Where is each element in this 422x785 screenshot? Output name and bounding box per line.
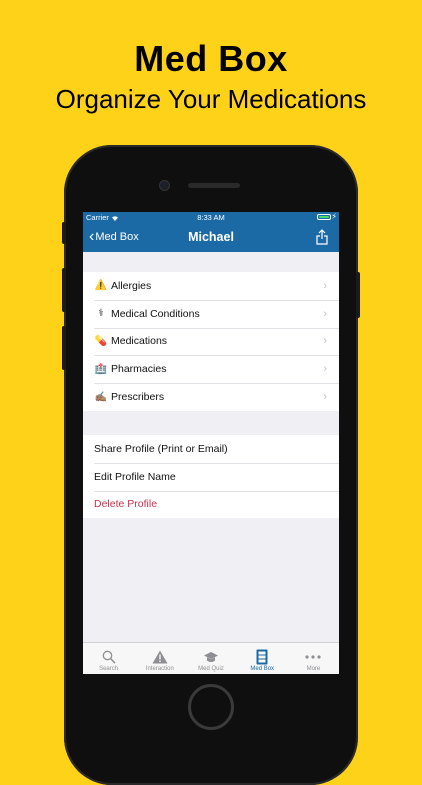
row-label: Prescribers [111, 391, 165, 404]
warning-icon: ⚠️ [94, 280, 108, 292]
nav-title: Michael [188, 230, 234, 244]
row-medications[interactable]: 💊 Medications › [83, 327, 339, 356]
promo-subtitle: Organize Your Medications [55, 84, 367, 114]
delete-profile-button[interactable]: Delete Profile [83, 490, 339, 519]
tab-med-box[interactable]: Med Box [237, 643, 288, 674]
tab-bar: Search Interaction Med Quiz Med Box More [83, 642, 339, 674]
tab-label: More [306, 666, 321, 672]
chevron-right-icon: › [323, 391, 327, 404]
chevron-right-icon: › [323, 363, 327, 376]
writing-hand-icon: ✍🏽 [94, 391, 108, 403]
mute-switch [62, 222, 66, 244]
chevron-right-icon: › [323, 279, 327, 292]
profile-actions-list: Share Profile (Print or Email) Edit Prof… [83, 435, 339, 519]
battery-icon [317, 214, 331, 220]
row-label: Medical Conditions [111, 307, 200, 320]
medical-icon: ⚕ [98, 308, 104, 320]
row-label: Medications [111, 335, 168, 348]
cabinet-icon [256, 649, 268, 665]
row-medical-conditions[interactable]: ⚕ Medical Conditions › [83, 299, 339, 328]
hospital-icon: 🏥 [94, 363, 108, 375]
promo-title: Med Box [134, 38, 288, 79]
tab-med-quiz[interactable]: Med Quiz [185, 643, 236, 674]
row-allergies[interactable]: ⚠️ Allergies › [83, 272, 339, 300]
home-button[interactable] [188, 684, 234, 730]
row-label: Share Profile (Print or Email) [94, 442, 228, 455]
row-label: Edit Profile Name [94, 470, 176, 483]
power-button [356, 272, 360, 318]
app-screen: Carrier 8:33 AM ⚡ ‹ Med Box Michael ⚠️ A… [83, 212, 339, 674]
front-camera [160, 181, 169, 190]
charging-icon: ⚡ [331, 212, 337, 221]
row-label: Pharmacies [111, 363, 167, 376]
volume-up-button [62, 268, 66, 312]
tab-more[interactable]: More [288, 643, 339, 674]
status-bar: Carrier 8:33 AM ⚡ [83, 212, 339, 224]
earpiece-speaker [188, 183, 240, 188]
edit-profile-name-button[interactable]: Edit Profile Name [83, 462, 339, 491]
chevron-right-icon: › [323, 307, 327, 320]
search-icon [102, 649, 116, 665]
share-profile-button[interactable]: Share Profile (Print or Email) [83, 435, 339, 463]
graduation-cap-icon [203, 649, 219, 665]
row-pharmacies[interactable]: 🏥 Pharmacies › [83, 355, 339, 383]
volume-down-button [62, 326, 66, 370]
pill-icon: 💊 [94, 335, 108, 347]
share-icon[interactable] [316, 229, 328, 245]
tab-label: Interaction [145, 666, 174, 672]
nav-bar: ‹ Med Box Michael [83, 224, 339, 252]
tab-interaction[interactable]: Interaction [134, 643, 185, 674]
row-prescribers[interactable]: ✍🏽 Prescribers › [83, 383, 339, 411]
more-icon [305, 649, 322, 665]
row-label: Delete Profile [94, 498, 158, 511]
tab-label: Med Box [250, 666, 275, 672]
tab-search[interactable]: Search [83, 643, 134, 674]
warning-icon [152, 649, 168, 665]
profile-sections-list: ⚠️ Allergies › ⚕ Medical Conditions › 💊 … [83, 272, 339, 411]
tab-label: Med Quiz [198, 666, 224, 672]
row-label: Allergies [111, 279, 152, 292]
chevron-right-icon: › [323, 335, 327, 348]
tab-label: Search [99, 666, 119, 672]
status-time: 8:33 AM [197, 213, 225, 222]
